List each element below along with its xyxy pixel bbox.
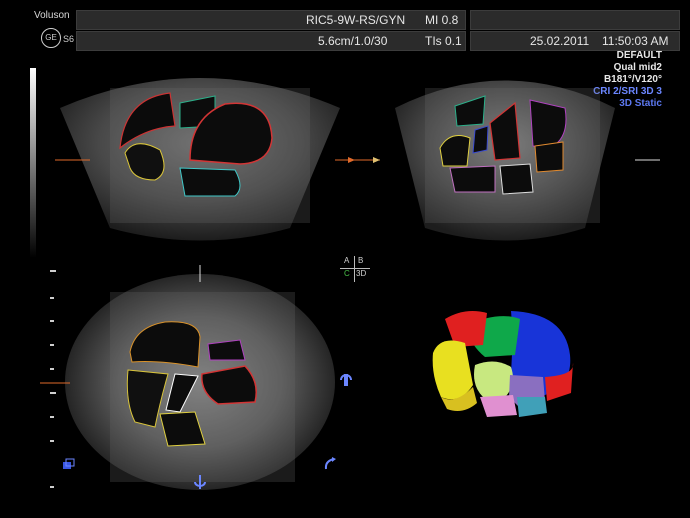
view-a-panel[interactable]: [40, 68, 355, 248]
quadrant-3d[interactable]: 3D: [356, 269, 366, 278]
header-bar-bottom: [76, 31, 466, 51]
scale-tick: [50, 486, 54, 488]
scale-tick: [50, 392, 56, 394]
scale-tick: [50, 297, 54, 299]
grayscale-bar: [30, 68, 36, 258]
depth-label: 5.6cm/1.0/30: [318, 34, 388, 48]
model-name: S6: [63, 34, 75, 44]
quadrant-a[interactable]: A: [344, 256, 349, 265]
header-bar-top: [76, 10, 466, 30]
scale-tick: [50, 270, 56, 272]
cube-icon[interactable]: [62, 458, 76, 470]
quadrant-b[interactable]: B: [358, 256, 363, 265]
scale-tick: [50, 416, 54, 418]
quadrant-c[interactable]: C: [344, 269, 350, 278]
render-3d-panel[interactable]: [425, 305, 580, 425]
scale-tick: [50, 320, 54, 322]
view-b-panel[interactable]: [355, 68, 665, 248]
rotate-icon[interactable]: [338, 372, 354, 388]
quadrant-divider-h: [340, 268, 370, 269]
scale-tick: [50, 344, 54, 346]
preset-label: DEFAULT: [616, 50, 662, 61]
probe-label: RIC5-9W-RS/GYN: [306, 13, 406, 27]
brand-logo: Voluson GE S6: [6, 6, 75, 48]
rotate-curve-icon[interactable]: [322, 456, 338, 472]
scale-tick: [50, 440, 54, 442]
tis-label: TIs 0.1: [425, 34, 462, 48]
time-label: 11:50:03 AM: [602, 34, 669, 48]
ge-logo-icon: GE: [41, 28, 61, 48]
header-bar-top-right: [470, 10, 680, 30]
quadrant-selector[interactable]: A B C 3D: [340, 256, 370, 282]
brand-name: Voluson: [34, 10, 70, 21]
mi-label: MI 0.8: [425, 13, 459, 27]
scale-tick: [50, 368, 54, 370]
view-c-panel[interactable]: [40, 262, 360, 502]
quadrant-divider-v: [354, 256, 355, 282]
date-label: 25.02.2011: [530, 34, 590, 48]
rotate-axis-icon[interactable]: [192, 474, 208, 490]
